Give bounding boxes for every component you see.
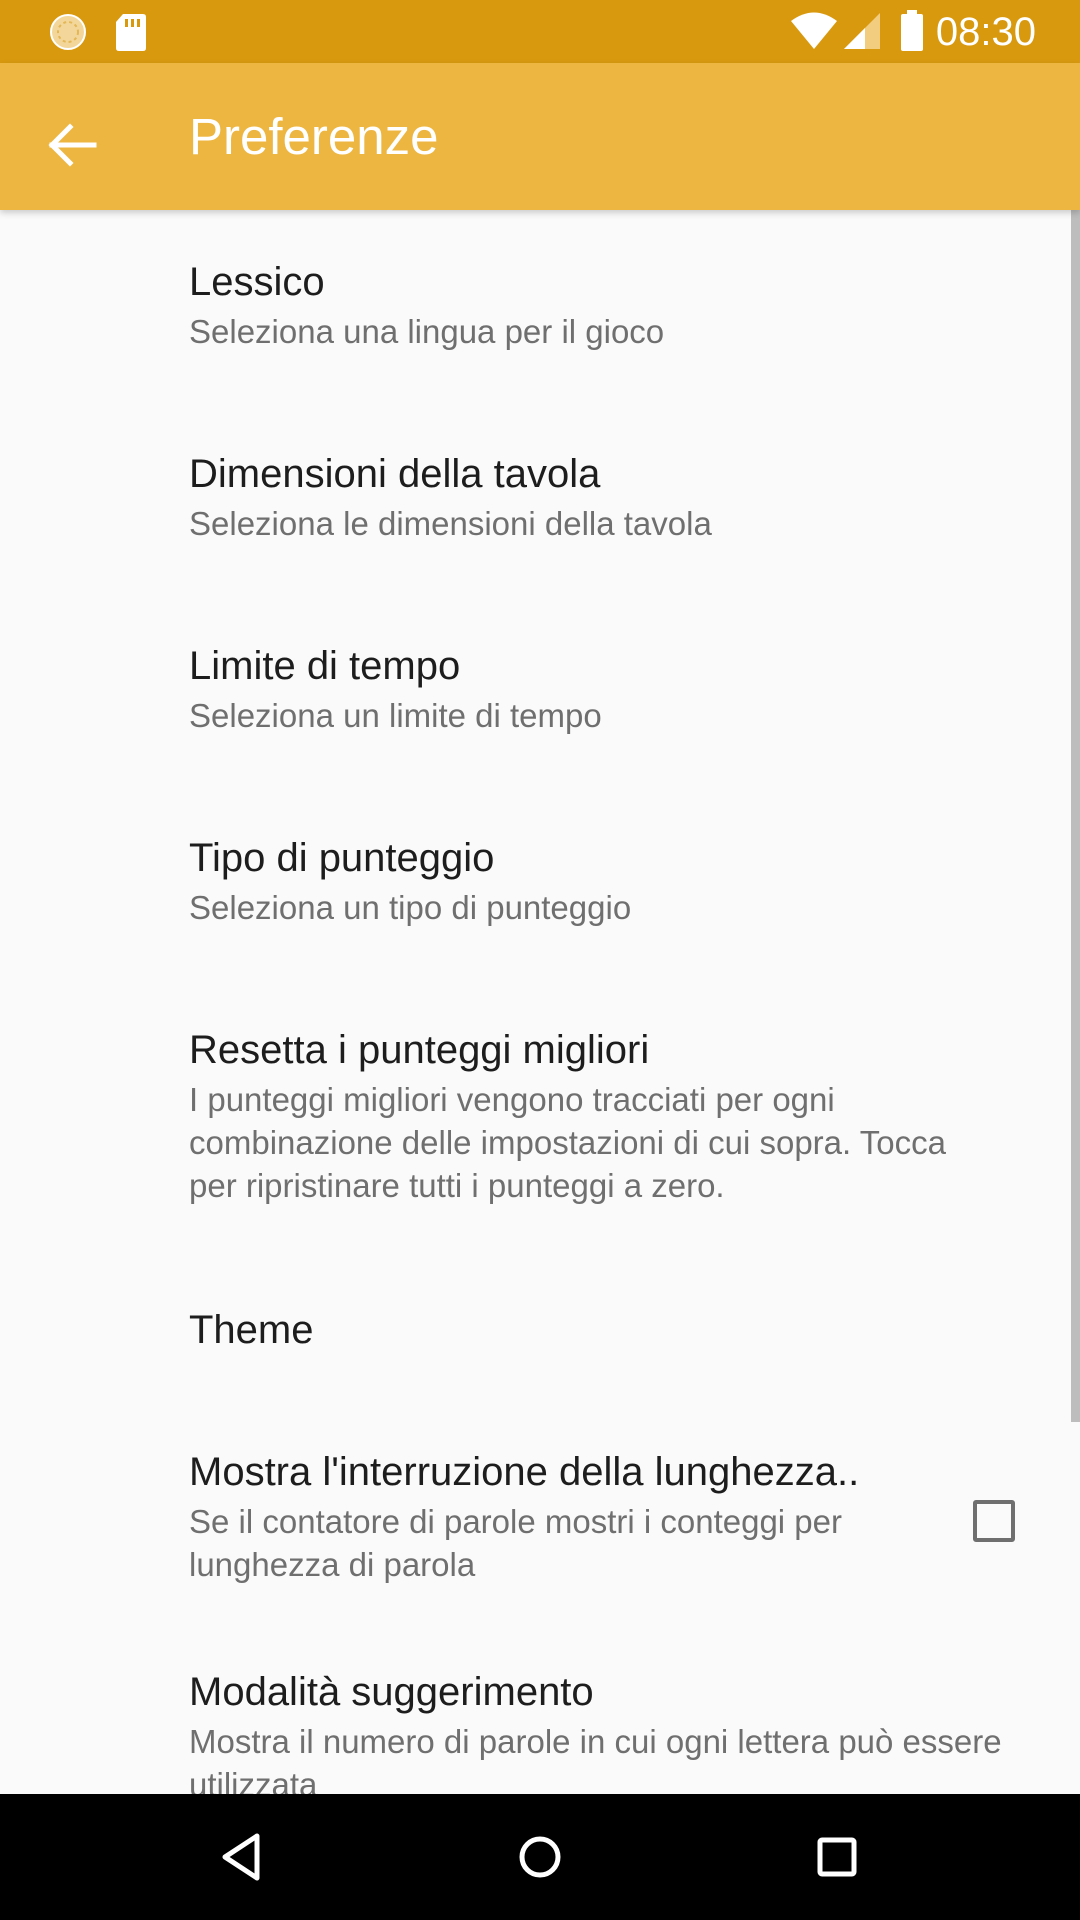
navigation-bar [0,1794,1080,1920]
pref-summary: Seleziona un limite di tempo [189,697,602,734]
pref-lessico[interactable]: Lessico Seleziona una lingua per il gioc… [0,210,1080,402]
pref-title: Dimensioni della tavola [189,452,601,496]
sync-icon [50,14,86,50]
nav-recents-button[interactable] [802,1822,872,1892]
recents-square-icon [817,1837,857,1877]
pref-theme[interactable]: Theme [0,1256,1080,1396]
pref-summary: I punteggi migliori vengono tracciati pe… [189,1081,946,1204]
status-bar: 08:30 [0,0,1080,63]
pref-reset-high-scores[interactable]: Resetta i punteggi migliori I punteggi m… [0,978,1080,1256]
pref-summary: Mostra il numero di parole in cui ogni l… [189,1723,1002,1794]
back-button[interactable] [30,103,114,187]
cell-signal-icon [844,13,880,49]
pref-title: Limite di tempo [189,644,461,688]
pref-board-size[interactable]: Dimensioni della tavola Seleziona le dim… [0,402,1080,594]
wifi-icon [791,12,837,49]
nav-home-button[interactable] [505,1822,575,1892]
pref-title: Resetta i punteggi migliori [189,1028,650,1072]
pref-time-limit[interactable]: Limite di tempo Seleziona un limite di t… [0,594,1080,786]
home-circle-icon [519,1836,561,1878]
scrollbar[interactable] [1071,210,1080,1422]
page-title: Preferenze [189,108,439,165]
pref-summary: Se il contatore di parole mostri i conte… [189,1503,843,1583]
battery-icon [901,10,923,51]
pref-title: Modalità suggerimento [189,1670,594,1714]
length-breakdown-checkbox[interactable] [973,1500,1015,1542]
pref-title: Mostra l'interruzione della lunghezza.. [189,1450,860,1494]
pref-title: Theme [189,1308,314,1352]
back-triangle-icon [222,1833,260,1881]
pref-score-type[interactable]: Tipo di punteggio Seleziona un tipo di p… [0,786,1080,978]
pref-title: Tipo di punteggio [189,836,495,880]
pref-summary: Seleziona una lingua per il gioco [189,313,665,350]
app-bar: Preferenze [0,63,1080,210]
preference-list[interactable]: Lessico Seleziona una lingua per il gioc… [0,210,1080,1794]
pref-summary: Seleziona un tipo di punteggio [189,889,632,926]
sd-card-icon [116,14,146,51]
nav-back-button[interactable] [207,1822,277,1892]
pref-title: Lessico [189,260,325,304]
pref-summary: Seleziona le dimensioni della tavola [189,505,712,542]
arrow-back-icon [48,123,97,167]
status-time: 08:30 [935,10,1036,54]
pref-length-breakdown[interactable]: Mostra l'interruzione della lunghezza.. … [0,1396,1080,1632]
pref-hint-mode[interactable]: Modalità suggerimento Mostra il numero d… [0,1632,1080,1794]
